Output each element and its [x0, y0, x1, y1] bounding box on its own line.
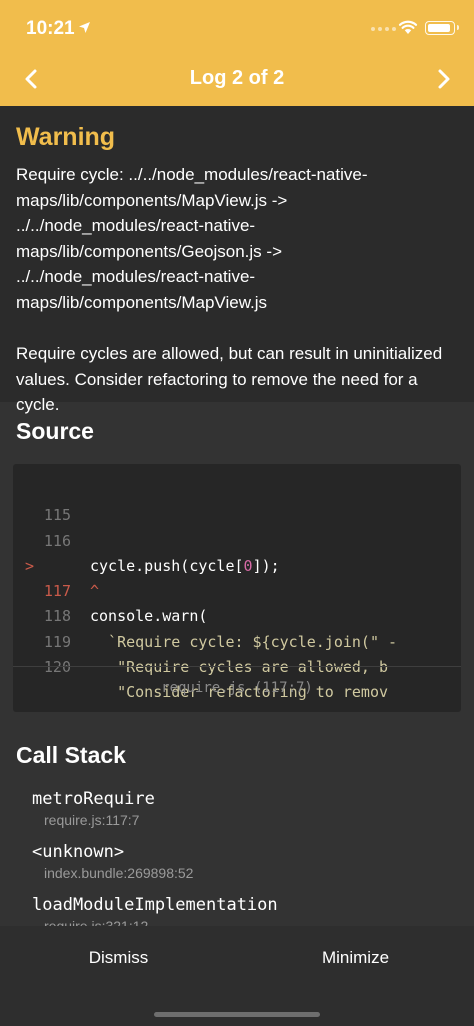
- bottom-action-bar: Dismiss Minimize: [0, 926, 474, 1026]
- next-log-button[interactable]: [427, 62, 461, 96]
- code-text: "Require cycles are allowed, b: [90, 658, 389, 677]
- signal-icon: [371, 27, 396, 31]
- warning-message: Require cycle: ../../node_modules/react-…: [16, 165, 443, 415]
- stack-frame-name: metroRequire: [32, 789, 155, 809]
- minimize-button[interactable]: Minimize: [237, 946, 474, 970]
- line-number: 120: [43, 658, 71, 677]
- stack-frame-name: <unknown>: [32, 842, 125, 862]
- code-line-current: > 117 console.warn(: [13, 529, 461, 626]
- stack-frame[interactable]: metroRequire require.js:117:7: [32, 788, 155, 830]
- code-line: 120 "Consider refactoring to remov: [13, 630, 461, 701]
- header: 10:21 Log 2 of 2: [0, 0, 474, 106]
- location-arrow-icon: [79, 22, 90, 33]
- stack-frame-location: require.js:117:7: [44, 812, 140, 828]
- code-line: ^: [13, 554, 461, 600]
- code-line: 118 `Require cycle: ${cycle.join(" -: [13, 579, 461, 650]
- status-time: 10:21: [26, 18, 75, 39]
- stack-frame-location: index.bundle:269898:52: [44, 865, 194, 881]
- code-line: 119 "Require cycles are allowed, b: [13, 604, 461, 676]
- chevron-right-icon: [438, 69, 450, 89]
- source-section-title: Source: [16, 418, 94, 444]
- log-counter-title: Log 2 of 2: [189, 67, 285, 89]
- dismiss-button[interactable]: Dismiss: [0, 946, 237, 970]
- home-indicator: [154, 1012, 320, 1017]
- code-frame[interactable]: 115 116 cycle.push(cycle[0]); > 117 cons…: [13, 464, 461, 712]
- wifi-icon: [398, 20, 418, 34]
- stack-frame-name: loadModuleImplementation: [32, 895, 278, 915]
- warning-panel: Warning Require cycle: ../../node_module…: [0, 106, 474, 414]
- warning-title: Warning: [16, 123, 116, 151]
- code-line: 116 cycle.push(cycle[0]);: [13, 503, 461, 575]
- code-footer-divider: [13, 666, 461, 667]
- battery-icon: [425, 21, 459, 35]
- stack-frame[interactable]: <unknown> index.bundle:269898:52: [32, 841, 193, 883]
- code-line: 115: [13, 478, 461, 524]
- call-stack-title: Call Stack: [16, 742, 126, 768]
- code-file-location: require.js (117:7): [161, 680, 313, 696]
